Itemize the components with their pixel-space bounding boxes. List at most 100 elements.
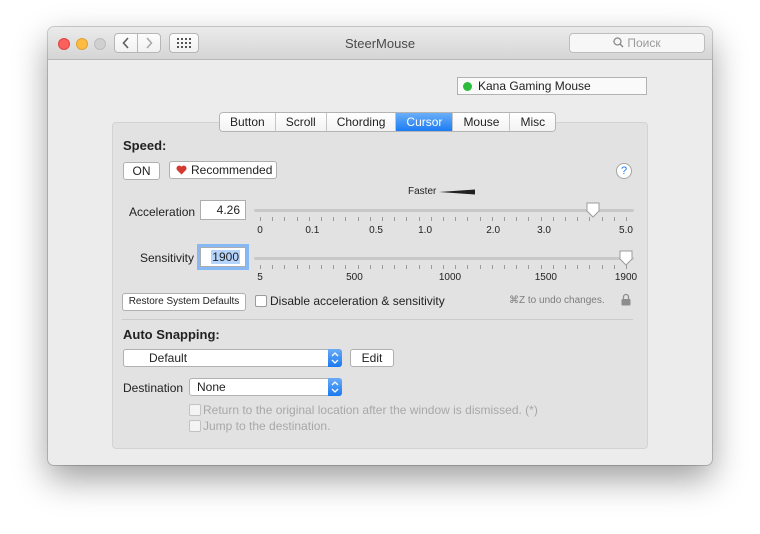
section-divider bbox=[122, 319, 633, 320]
slider-tick bbox=[272, 217, 274, 221]
title-bar: SteerMouse Поиск bbox=[48, 27, 712, 60]
slider-tick-label: 0.1 bbox=[305, 225, 320, 236]
slider-tick bbox=[308, 217, 310, 221]
search-field[interactable]: Поиск bbox=[569, 33, 705, 53]
slider-tick bbox=[528, 265, 530, 269]
recommended-label: Recommended bbox=[191, 163, 273, 177]
tab-chording[interactable]: Chording bbox=[326, 113, 397, 131]
slider-tick bbox=[406, 265, 408, 269]
snapping-preset-value: Default bbox=[149, 351, 188, 365]
slider-tick bbox=[467, 265, 469, 269]
tab-scroll[interactable]: Scroll bbox=[275, 113, 327, 131]
jump-destination-label: Jump to the destination. bbox=[203, 419, 331, 433]
slider-tick bbox=[430, 265, 432, 269]
slider-tick bbox=[443, 217, 444, 221]
return-location-checkbox[interactable] bbox=[189, 404, 201, 416]
up-down-arrows-icon bbox=[331, 352, 339, 364]
help-button[interactable]: ? bbox=[616, 163, 632, 179]
slider-tick bbox=[394, 217, 396, 221]
search-placeholder: Поиск bbox=[627, 36, 661, 50]
sensitivity-field[interactable]: 1900 bbox=[200, 247, 246, 267]
disable-accel-checkbox[interactable] bbox=[255, 295, 267, 307]
slider-tick bbox=[418, 217, 420, 221]
sensitivity-value: 1900 bbox=[211, 250, 240, 264]
device-name: Kana Gaming Mouse bbox=[478, 79, 591, 93]
slider-tick bbox=[296, 217, 298, 221]
acceleration-slider[interactable] bbox=[254, 202, 634, 223]
tab-button[interactable]: Button bbox=[220, 113, 276, 131]
on-button[interactable]: ON bbox=[123, 162, 160, 180]
slider-tick bbox=[406, 217, 408, 221]
sensitivity-label: Sensitivity bbox=[140, 251, 195, 265]
slider-tick bbox=[540, 217, 542, 221]
slider-tick bbox=[369, 217, 371, 221]
slider-tick bbox=[491, 217, 493, 221]
tab-mouse[interactable]: Mouse bbox=[453, 113, 511, 131]
faster-label: Faster bbox=[408, 186, 437, 197]
faster-wedge-icon bbox=[439, 189, 475, 195]
slider-tick bbox=[260, 217, 261, 221]
slider-tick bbox=[504, 265, 505, 269]
slider-tick-label: 1.0 bbox=[418, 225, 433, 236]
slider-tick bbox=[357, 217, 359, 221]
slider-tick bbox=[613, 265, 615, 269]
slider-tick-label: 1000 bbox=[438, 272, 462, 283]
slider-tick bbox=[565, 265, 566, 269]
heart-icon bbox=[176, 165, 187, 175]
slider-tick-label: 0.5 bbox=[369, 225, 383, 236]
popup-stepper bbox=[328, 378, 342, 396]
slider-knob[interactable] bbox=[619, 250, 633, 266]
tab-misc[interactable]: Misc bbox=[510, 113, 556, 131]
recommended-button[interactable]: Recommended bbox=[169, 161, 277, 179]
slider-tick bbox=[418, 265, 420, 269]
acceleration-track bbox=[254, 209, 634, 212]
slider-tick bbox=[540, 265, 542, 269]
sensitivity-slider[interactable] bbox=[254, 250, 634, 271]
up-down-arrows-icon bbox=[331, 381, 339, 393]
restore-defaults-button[interactable]: Restore System Defaults bbox=[122, 293, 246, 311]
snapping-preset-popup[interactable]: Default bbox=[123, 349, 342, 367]
connected-status-icon bbox=[463, 82, 472, 91]
slider-tick bbox=[394, 265, 396, 269]
slider-tick bbox=[552, 265, 554, 269]
slider-tick bbox=[479, 265, 481, 269]
edit-button[interactable]: Edit bbox=[350, 349, 394, 367]
lock-icon[interactable] bbox=[621, 293, 631, 306]
slider-tick bbox=[552, 217, 554, 221]
slider-tick bbox=[577, 217, 579, 221]
slider-tick-label: 2.0 bbox=[486, 225, 501, 236]
slider-tick bbox=[382, 265, 383, 269]
sensitivity-tick-labels: 5 500 1000 1500 1900 bbox=[257, 272, 637, 286]
tab-cursor[interactable]: Cursor bbox=[396, 113, 454, 131]
speed-heading: Speed: bbox=[123, 138, 167, 153]
preferences-window: SteerMouse Поиск Kana Gaming Mouse Butto… bbox=[48, 27, 712, 465]
slider-tick-label: 1500 bbox=[534, 272, 557, 283]
return-location-label: Return to the original location after th… bbox=[203, 403, 538, 417]
undo-hint: ⌘Z to undo changes. bbox=[509, 295, 605, 306]
destination-popup[interactable]: None bbox=[189, 378, 342, 396]
device-selector[interactable]: Kana Gaming Mouse bbox=[457, 77, 647, 95]
slider-tick bbox=[613, 217, 615, 221]
slider-tick bbox=[369, 265, 371, 269]
disable-accel-label: Disable acceleration & sensitivity bbox=[270, 294, 445, 308]
slider-tick bbox=[430, 217, 432, 221]
slider-tick-label: 0 bbox=[257, 225, 263, 236]
slider-tick bbox=[321, 217, 322, 221]
search-icon bbox=[613, 37, 624, 48]
slider-tick bbox=[601, 265, 603, 269]
slider-knob[interactable] bbox=[586, 202, 600, 218]
popup-stepper bbox=[328, 349, 342, 367]
slider-tick bbox=[443, 265, 444, 269]
slider-tick bbox=[308, 265, 310, 269]
slider-tick bbox=[601, 217, 603, 221]
slider-tick bbox=[333, 265, 335, 269]
slider-tick bbox=[345, 265, 347, 269]
slider-tick-label: 5.0 bbox=[619, 225, 633, 236]
jump-destination-checkbox[interactable] bbox=[189, 420, 201, 432]
slider-tick bbox=[467, 217, 469, 221]
slider-tick bbox=[626, 217, 627, 221]
slider-tick bbox=[284, 217, 286, 221]
slider-tick-label: 500 bbox=[346, 272, 363, 283]
acceleration-field[interactable]: 4.26 bbox=[200, 200, 246, 220]
slider-tick bbox=[333, 217, 335, 221]
